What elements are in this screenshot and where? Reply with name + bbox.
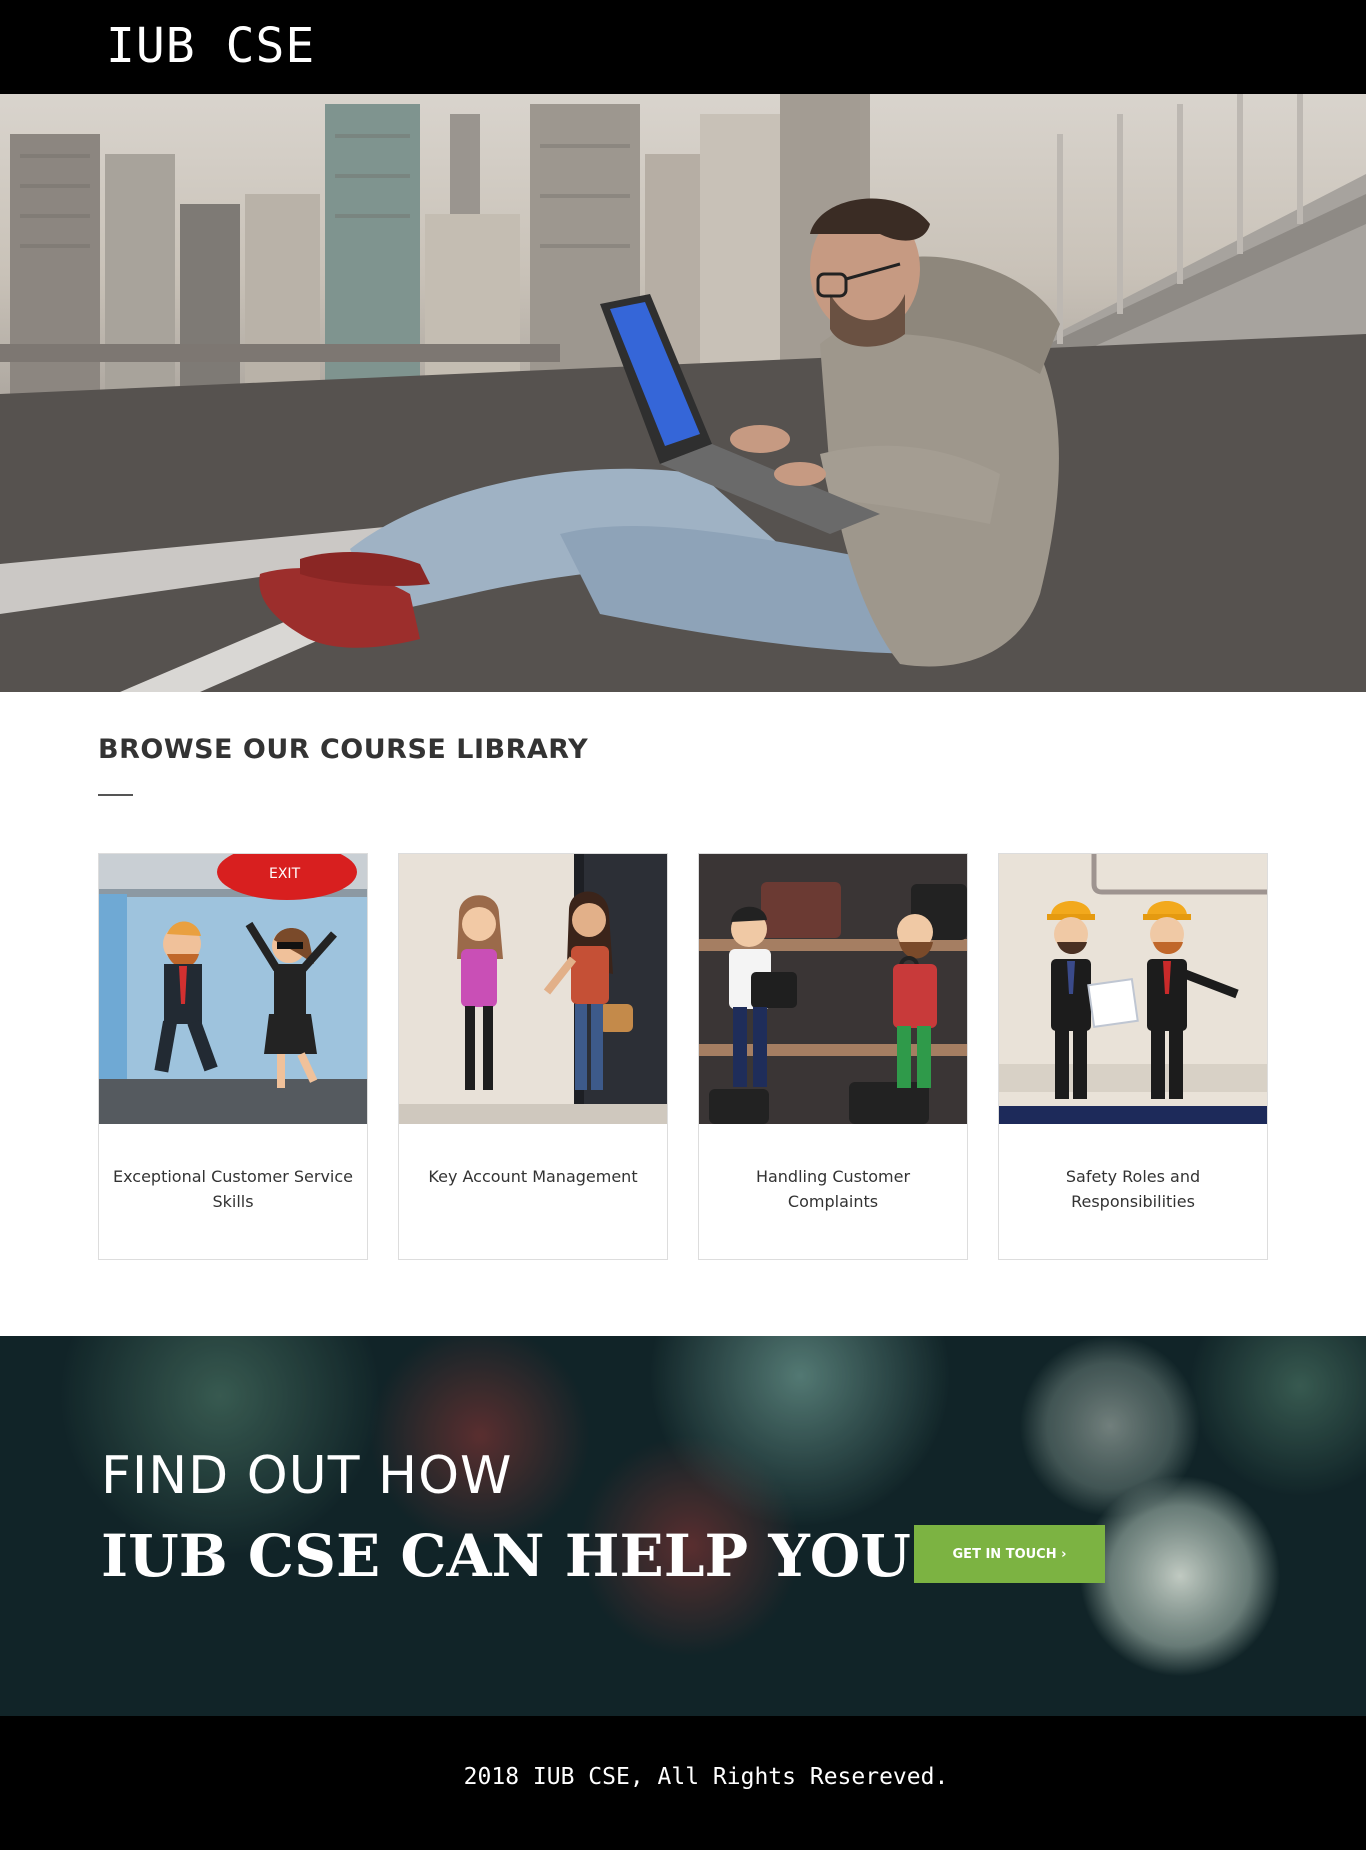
course-title: Safety Roles and Responsibilities [1065, 1167, 1201, 1211]
course-title: Exceptional Customer Service Skills [112, 1167, 353, 1211]
hero-illustration [0, 94, 1366, 692]
course-title: Handling Customer Complaints [755, 1167, 911, 1211]
title-underline [98, 794, 133, 796]
course-card-complaints[interactable]: Handling Customer Complaints [698, 853, 968, 1260]
get-in-touch-button[interactable]: GET IN TOUCH › [914, 1525, 1105, 1583]
course-card-customer-service[interactable]: EXIT Exceptional Customer Service Skills [98, 853, 368, 1260]
footer: 2018 IUB CSE, All Rights Resereved. [0, 1716, 1366, 1850]
cta-banner: FIND OUT HOW IUB CSE CAN HELP YOU GET IN… [0, 1336, 1366, 1716]
course-card-key-account[interactable]: Key Account Management [398, 853, 668, 1260]
hero-image [0, 94, 1366, 692]
cta-subheading: IUB CSE CAN HELP YOU [101, 1522, 911, 1590]
course-cards: EXIT Exceptional Customer Service Skills… [98, 853, 1270, 1260]
section-title: BROWSE OUR COURSE LIBRARY [98, 734, 589, 765]
cta-heading: FIND OUT HOW [101, 1446, 513, 1506]
course-thumbnail-customer-service: EXIT [99, 854, 367, 1124]
course-thumbnail-key-account [399, 854, 667, 1124]
course-card-safety[interactable]: Safety Roles and Responsibilities [998, 853, 1268, 1260]
top-navbar: IUB CSE [0, 0, 1366, 94]
brand-logo-link[interactable]: IUB CSE [106, 14, 315, 78]
course-title: Key Account Management [428, 1167, 638, 1186]
copyright-text: 2018 IUB CSE, All Rights Resereved. [463, 1764, 949, 1790]
course-thumbnail-complaints [699, 854, 967, 1124]
exit-sign-text: EXIT [269, 866, 301, 882]
course-thumbnail-safety [999, 854, 1267, 1124]
